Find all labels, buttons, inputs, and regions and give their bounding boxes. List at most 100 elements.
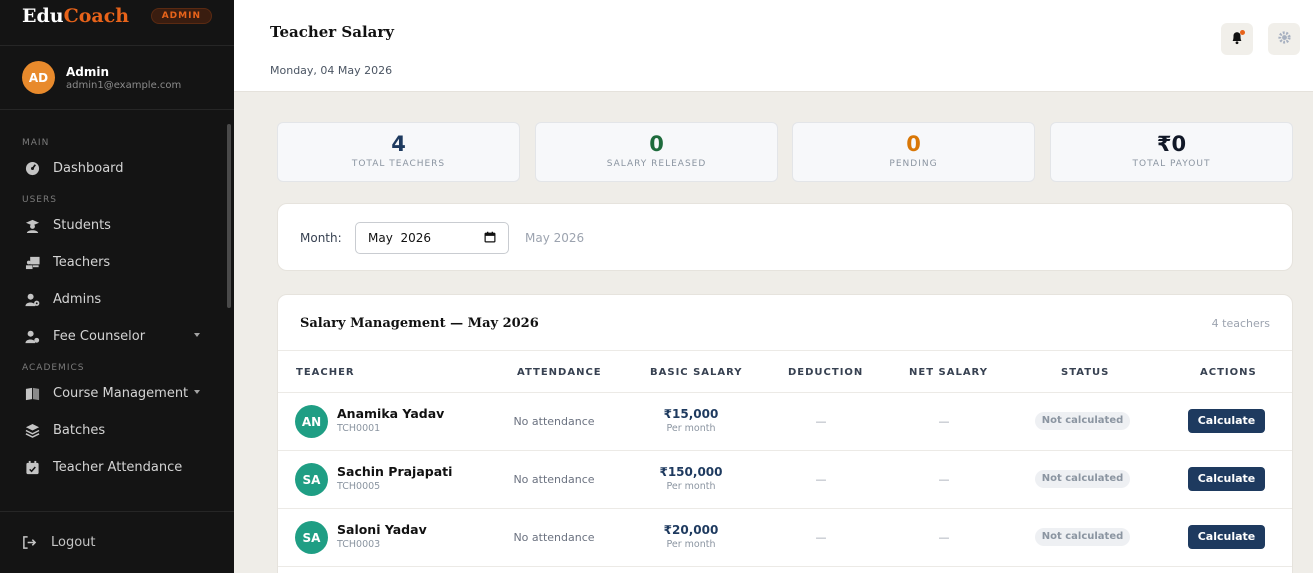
table-row: SA Saloni Yadav TCH0003 No attendance ₹2…	[278, 509, 1292, 567]
basic-salary-cell: ₹15,000 Per month	[621, 407, 761, 434]
sidebar-item-label: Teacher Attendance	[53, 460, 183, 475]
table-row: AN Anamika Yadav TCH0001 No attendance ₹…	[278, 393, 1292, 451]
sidebar-item-admins[interactable]: Admins	[0, 281, 226, 318]
month-picker-value: May 2026	[368, 231, 431, 245]
stat-label: TOTAL TEACHERS	[351, 159, 446, 169]
net-salary-cell: —	[938, 415, 950, 428]
logout-button[interactable]: Logout	[0, 511, 234, 573]
basic-salary-cell: ₹150,000 Per month	[621, 465, 761, 492]
selected-month-text: May 2026	[525, 231, 585, 245]
stat-value: 4	[391, 132, 406, 156]
sidebar-item-batches[interactable]: Batches	[0, 412, 226, 449]
attendance-cell: No attendance	[513, 473, 595, 486]
stat-value: ₹0	[1156, 132, 1187, 156]
column-header-teacher: TEACHER	[296, 367, 355, 378]
sidebar-item-fee-counselor[interactable]: Fee Counselor	[0, 318, 226, 355]
sidebar-item-teacher-attendance[interactable]: Teacher Attendance	[0, 449, 226, 486]
nav-section-users: USERS	[22, 195, 57, 205]
settings-button[interactable]	[1268, 23, 1300, 55]
brand-logo-part2: Coach	[63, 4, 130, 27]
teacher-id: TCH0005	[337, 481, 381, 492]
column-header-net-salary: NET SALARY	[909, 367, 988, 378]
student-icon	[24, 217, 41, 234]
teacher-name: Anamika Yadav	[337, 406, 445, 421]
sidebar-item-label: Dashboard	[53, 161, 124, 176]
status-badge: Not calculated	[1035, 528, 1130, 546]
salary-amount: ₹15,000	[663, 407, 719, 421]
salary-amount: ₹20,000	[663, 523, 719, 537]
attendance-cell: No attendance	[513, 531, 595, 544]
teacher-name: Sachin Prajapati	[337, 464, 453, 479]
sidebar-item-teachers[interactable]: Teachers	[0, 244, 226, 281]
book-icon	[24, 385, 41, 402]
stat-pending: 0 PENDING	[792, 122, 1035, 182]
layers-icon	[24, 422, 41, 439]
page-header: Teacher Salary Monday, 04 May 2026	[234, 0, 1313, 92]
nav-section-academics: ACADEMICS	[22, 363, 85, 373]
column-header-basic-salary: BASIC SALARY	[650, 367, 743, 378]
calculate-button[interactable]: Calculate	[1188, 525, 1265, 549]
basic-salary-cell: ₹20,000 Per month	[621, 523, 761, 550]
logout-label: Logout	[51, 535, 96, 550]
chevron-down-icon	[194, 333, 200, 337]
sidebar-item-label: Students	[53, 218, 111, 233]
deduction-cell: —	[815, 415, 827, 428]
user-email: admin1@example.com	[66, 79, 182, 91]
stat-total-payout: ₹0 TOTAL PAYOUT	[1050, 122, 1293, 182]
month-picker-input[interactable]: May 2026	[355, 222, 509, 254]
calendar-check-icon	[24, 459, 41, 476]
teacher-avatar: AN	[295, 405, 328, 438]
teacher-avatar: SA	[295, 521, 328, 554]
teacher-id: TCH0003	[337, 539, 381, 550]
sidebar-item-course-management[interactable]: Course Management	[0, 375, 226, 412]
sidebar-item-label: Course Management	[53, 386, 189, 401]
teacher-avatar: SA	[295, 463, 328, 496]
calculate-button[interactable]: Calculate	[1188, 467, 1265, 491]
deduction-cell: —	[815, 531, 827, 544]
sidebar-item-students[interactable]: Students	[0, 207, 226, 244]
calendar-icon[interactable]	[484, 231, 496, 246]
sidebar-item-label: Fee Counselor	[53, 329, 146, 344]
sidebar-item-dashboard[interactable]: Dashboard	[0, 150, 226, 187]
deduction-cell: —	[815, 473, 827, 486]
teacher-id: TCH0001	[337, 423, 381, 434]
page-title: Teacher Salary	[270, 23, 394, 41]
attendance-cell: No attendance	[513, 415, 595, 428]
month-filter-card: Month: May 2026 May 2026	[277, 203, 1293, 271]
user-info: Admin admin1@example.com	[66, 65, 181, 91]
brand-logo[interactable]: EduCoach	[22, 5, 129, 27]
brand-bar: EduCoach ADMIN	[0, 0, 234, 46]
stat-label: SALARY RELEASED	[606, 159, 707, 169]
net-salary-cell: —	[938, 531, 950, 544]
status-badge: Not calculated	[1035, 412, 1130, 430]
user-card[interactable]: AD Admin admin1@example.com	[0, 46, 234, 110]
stat-label: PENDING	[889, 159, 938, 169]
sidebar-scrollbar-thumb[interactable]	[227, 124, 231, 308]
teacher-name: Saloni Yadav	[337, 522, 427, 537]
user-avatar: AD	[22, 61, 55, 94]
notification-dot	[1240, 30, 1245, 35]
teacher-icon	[24, 254, 41, 271]
salary-period: Per month	[666, 423, 716, 434]
page-date: Monday, 04 May 2026	[270, 64, 393, 77]
table-title: Salary Management — May 2026	[300, 316, 539, 331]
month-label: Month:	[300, 231, 342, 245]
table-row: SA Sachin Prajapati TCH0005 No attendanc…	[278, 451, 1292, 509]
sidebar-nav: MAIN Dashboard USERS Students Teachers A…	[0, 124, 226, 486]
salary-period: Per month	[666, 481, 716, 492]
stat-salary-released: 0 SALARY RELEASED	[535, 122, 778, 182]
role-badge: ADMIN	[150, 7, 212, 24]
nav-section-main: MAIN	[22, 138, 50, 148]
notifications-button[interactable]	[1221, 23, 1253, 55]
sidebar: EduCoach ADMIN AD Admin admin1@example.c…	[0, 0, 234, 573]
column-header-status: STATUS	[1061, 367, 1110, 378]
net-salary-cell: —	[938, 473, 950, 486]
status-badge: Not calculated	[1035, 470, 1130, 488]
sidebar-item-label: Admins	[53, 292, 102, 307]
calculate-button[interactable]: Calculate	[1188, 409, 1265, 433]
counselor-icon	[24, 328, 41, 345]
chevron-down-icon	[194, 390, 200, 394]
brand-logo-part1: Edu	[22, 4, 64, 27]
salary-table-card: Salary Management — May 2026 4 teachers …	[277, 294, 1293, 573]
stat-value: 0	[906, 132, 921, 156]
